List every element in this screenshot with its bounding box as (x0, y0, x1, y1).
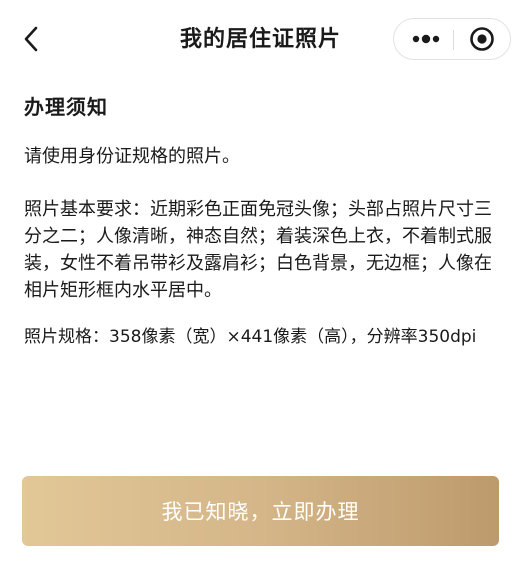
capsule-divider (453, 30, 454, 50)
notice-heading: 办理须知 (24, 95, 108, 119)
navigation-bar: 我的居住证照片 (0, 0, 521, 80)
mini-program-capsule (393, 18, 511, 60)
confirm-and-proceed-button[interactable]: 我已知晓，立即办理 (22, 476, 499, 546)
close-mini-program-button[interactable] (460, 24, 504, 54)
more-button[interactable] (402, 24, 450, 54)
more-dots-icon (412, 34, 440, 44)
target-close-icon (470, 27, 494, 51)
notice-content: 办理须知 请使用身份证规格的照片。 照片基本要求：近期彩色正面免冠头像；头部占照… (24, 92, 502, 351)
intro-text: 请使用身份证规格的照片。 (24, 146, 240, 167)
requirements-text: 照片基本要求：近期彩色正面免冠头像；头部占照片尺寸三分之二；人像清晰，神态自然；… (24, 199, 492, 301)
spec-text: 照片规格：358像素（宽）×441像素（高），分辨率350dpi (24, 327, 477, 347)
